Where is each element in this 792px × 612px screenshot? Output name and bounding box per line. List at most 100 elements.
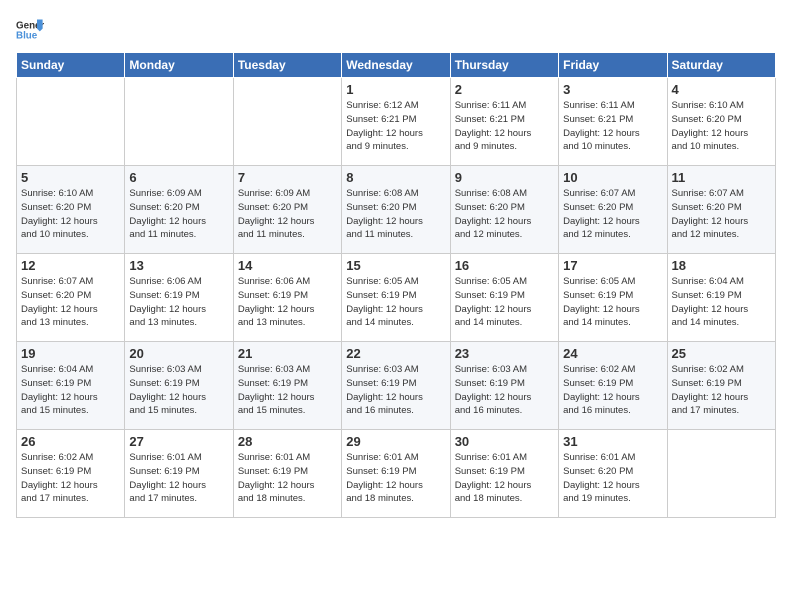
calendar-cell: 15Sunrise: 6:05 AM Sunset: 6:19 PM Dayli… xyxy=(342,254,450,342)
calendar-header-row: SundayMondayTuesdayWednesdayThursdayFrid… xyxy=(17,53,776,78)
day-info: Sunrise: 6:06 AM Sunset: 6:19 PM Dayligh… xyxy=(238,275,337,330)
day-info: Sunrise: 6:04 AM Sunset: 6:19 PM Dayligh… xyxy=(21,363,120,418)
calendar-cell: 16 Sunrise: 6:05 AM Sunset: 6:19 PM Dayli… xyxy=(450,254,558,342)
calendar-cell: 27 Sunrise: 6:01 AM Sunset: 6:19 PM Dayli… xyxy=(125,430,233,518)
day-info: Sunrise: 6:11 AM Sunset: 6:21 PM Dayligh… xyxy=(455,99,554,154)
calendar-cell: 30 Sunrise: 6:01 AM Sunset: 6:19 PM Dayli… xyxy=(450,430,558,518)
day-number: 4 xyxy=(672,82,771,97)
day-info: Sunrise: 6:02 AM Sunset: 6:19 PM Dayligh… xyxy=(672,363,771,418)
day-number: 1 xyxy=(346,82,445,97)
svg-text:Blue: Blue xyxy=(16,30,38,41)
calendar-cell: 7 Sunrise: 6:09 AM Sunset: 6:20 PM Daylig… xyxy=(233,166,341,254)
calendar-cell: 5 Sunrise: 6:10 AM Sunset: 6:20 PM Daylig… xyxy=(17,166,125,254)
day-info: Sunrise: 6:10 AM Sunset: 6:20 PM Dayligh… xyxy=(21,187,120,242)
calendar-cell: 31 Sunrise: 6:01 AM Sunset: 6:20 PM Dayli… xyxy=(559,430,667,518)
day-number: 24 xyxy=(563,346,662,361)
day-info: Sunrise: 6:05 AM Sunset: 6:19 PM Dayligh… xyxy=(563,275,662,330)
day-number: 13 xyxy=(129,258,228,273)
calendar-week-row: 1 Sunrise: 6:12 AM Sunset: 6:21 PM Daylig… xyxy=(17,78,776,166)
calendar-cell: 20Sunrise: 6:03 AM Sunset: 6:19 PM Dayli… xyxy=(125,342,233,430)
day-header-friday: Friday xyxy=(559,53,667,78)
calendar-cell: 8 Sunrise: 6:08 AM Sunset: 6:20 PM Daylig… xyxy=(342,166,450,254)
day-info: Sunrise: 6:09 AM Sunset: 6:20 PM Dayligh… xyxy=(129,187,228,242)
day-number: 25 xyxy=(672,346,771,361)
calendar-week-row: 19 Sunrise: 6:04 AM Sunset: 6:19 PM Dayli… xyxy=(17,342,776,430)
day-info: Sunrise: 6:03 AM Sunset: 6:19 PM Dayligh… xyxy=(346,363,445,418)
calendar-cell: 3Sunrise: 6:11 AM Sunset: 6:21 PM Daylig… xyxy=(559,78,667,166)
day-number: 8 xyxy=(346,170,445,185)
calendar-week-row: 5 Sunrise: 6:10 AM Sunset: 6:20 PM Daylig… xyxy=(17,166,776,254)
calendar-cell: 18Sunrise: 6:04 AM Sunset: 6:19 PM Dayli… xyxy=(667,254,775,342)
day-number: 31 xyxy=(563,434,662,449)
day-info: Sunrise: 6:08 AM Sunset: 6:20 PM Dayligh… xyxy=(455,187,554,242)
calendar-table: SundayMondayTuesdayWednesdayThursdayFrid… xyxy=(16,52,776,518)
day-info: Sunrise: 6:01 AM Sunset: 6:19 PM Dayligh… xyxy=(129,451,228,506)
day-info: Sunrise: 6:01 AM Sunset: 6:20 PM Dayligh… xyxy=(563,451,662,506)
day-info: Sunrise: 6:08 AM Sunset: 6:20 PM Dayligh… xyxy=(346,187,445,242)
calendar-week-row: 26 Sunrise: 6:02 AM Sunset: 6:19 PM Dayli… xyxy=(17,430,776,518)
calendar-cell xyxy=(125,78,233,166)
logo: General Blue xyxy=(16,16,48,44)
day-info: Sunrise: 6:02 AM Sunset: 6:19 PM Dayligh… xyxy=(21,451,120,506)
day-info: Sunrise: 6:07 AM Sunset: 6:20 PM Dayligh… xyxy=(563,187,662,242)
day-number: 27 xyxy=(129,434,228,449)
day-info: Sunrise: 6:01 AM Sunset: 6:19 PM Dayligh… xyxy=(455,451,554,506)
day-info: Sunrise: 6:11 AM Sunset: 6:21 PM Dayligh… xyxy=(563,99,662,154)
day-info: Sunrise: 6:03 AM Sunset: 6:19 PM Dayligh… xyxy=(455,363,554,418)
day-number: 14 xyxy=(238,258,337,273)
day-number: 16 xyxy=(455,258,554,273)
day-info: Sunrise: 6:05 AM Sunset: 6:19 PM Dayligh… xyxy=(455,275,554,330)
calendar-cell: 4 Sunrise: 6:10 AM Sunset: 6:20 PM Daylig… xyxy=(667,78,775,166)
page-header: General Blue xyxy=(16,16,776,44)
day-number: 22 xyxy=(346,346,445,361)
day-header-wednesday: Wednesday xyxy=(342,53,450,78)
calendar-cell: 10 Sunrise: 6:07 AM Sunset: 6:20 PM Dayli… xyxy=(559,166,667,254)
calendar-cell: 13 Sunrise: 6:06 AM Sunset: 6:19 PM Dayli… xyxy=(125,254,233,342)
day-number: 7 xyxy=(238,170,337,185)
day-info: Sunrise: 6:02 AM Sunset: 6:19 PM Dayligh… xyxy=(563,363,662,418)
day-info: Sunrise: 6:06 AM Sunset: 6:19 PM Dayligh… xyxy=(129,275,228,330)
day-header-saturday: Saturday xyxy=(667,53,775,78)
day-number: 10 xyxy=(563,170,662,185)
day-info: Sunrise: 6:09 AM Sunset: 6:20 PM Dayligh… xyxy=(238,187,337,242)
calendar-cell: 1 Sunrise: 6:12 AM Sunset: 6:21 PM Daylig… xyxy=(342,78,450,166)
calendar-cell: 19 Sunrise: 6:04 AM Sunset: 6:19 PM Dayli… xyxy=(17,342,125,430)
day-number: 11 xyxy=(672,170,771,185)
calendar-cell: 29 Sunrise: 6:01 AM Sunset: 6:19 PM Dayli… xyxy=(342,430,450,518)
day-number: 30 xyxy=(455,434,554,449)
day-info: Sunrise: 6:03 AM Sunset: 6:19 PM Dayligh… xyxy=(238,363,337,418)
calendar-cell: 22 Sunrise: 6:03 AM Sunset: 6:19 PM Dayli… xyxy=(342,342,450,430)
calendar-cell: 11Sunrise: 6:07 AM Sunset: 6:20 PM Dayli… xyxy=(667,166,775,254)
day-number: 9 xyxy=(455,170,554,185)
day-number: 23 xyxy=(455,346,554,361)
calendar-cell: 14 Sunrise: 6:06 AM Sunset: 6:19 PM Dayli… xyxy=(233,254,341,342)
day-number: 29 xyxy=(346,434,445,449)
calendar-cell: 17 Sunrise: 6:05 AM Sunset: 6:19 PM Dayli… xyxy=(559,254,667,342)
calendar-cell: 28Sunrise: 6:01 AM Sunset: 6:19 PM Dayli… xyxy=(233,430,341,518)
day-info: Sunrise: 6:07 AM Sunset: 6:20 PM Dayligh… xyxy=(21,275,120,330)
day-info: Sunrise: 6:01 AM Sunset: 6:19 PM Dayligh… xyxy=(346,451,445,506)
day-number: 20 xyxy=(129,346,228,361)
calendar-cell: 25 Sunrise: 6:02 AM Sunset: 6:19 PM Dayli… xyxy=(667,342,775,430)
day-header-monday: Monday xyxy=(125,53,233,78)
day-header-tuesday: Tuesday xyxy=(233,53,341,78)
calendar-cell: 2 Sunrise: 6:11 AM Sunset: 6:21 PM Daylig… xyxy=(450,78,558,166)
calendar-cell: 9 Sunrise: 6:08 AM Sunset: 6:20 PM Daylig… xyxy=(450,166,558,254)
day-number: 26 xyxy=(21,434,120,449)
logo-icon: General Blue xyxy=(16,16,44,44)
day-info: Sunrise: 6:12 AM Sunset: 6:21 PM Dayligh… xyxy=(346,99,445,154)
day-number: 2 xyxy=(455,82,554,97)
day-number: 28 xyxy=(238,434,337,449)
day-header-sunday: Sunday xyxy=(17,53,125,78)
day-number: 19 xyxy=(21,346,120,361)
day-number: 6 xyxy=(129,170,228,185)
day-number: 15 xyxy=(346,258,445,273)
day-number: 17 xyxy=(563,258,662,273)
calendar-cell xyxy=(17,78,125,166)
day-info: Sunrise: 6:10 AM Sunset: 6:20 PM Dayligh… xyxy=(672,99,771,154)
day-number: 12 xyxy=(21,258,120,273)
day-number: 5 xyxy=(21,170,120,185)
calendar-cell xyxy=(667,430,775,518)
calendar-cell: 21Sunrise: 6:03 AM Sunset: 6:19 PM Dayli… xyxy=(233,342,341,430)
day-info: Sunrise: 6:04 AM Sunset: 6:19 PM Dayligh… xyxy=(672,275,771,330)
